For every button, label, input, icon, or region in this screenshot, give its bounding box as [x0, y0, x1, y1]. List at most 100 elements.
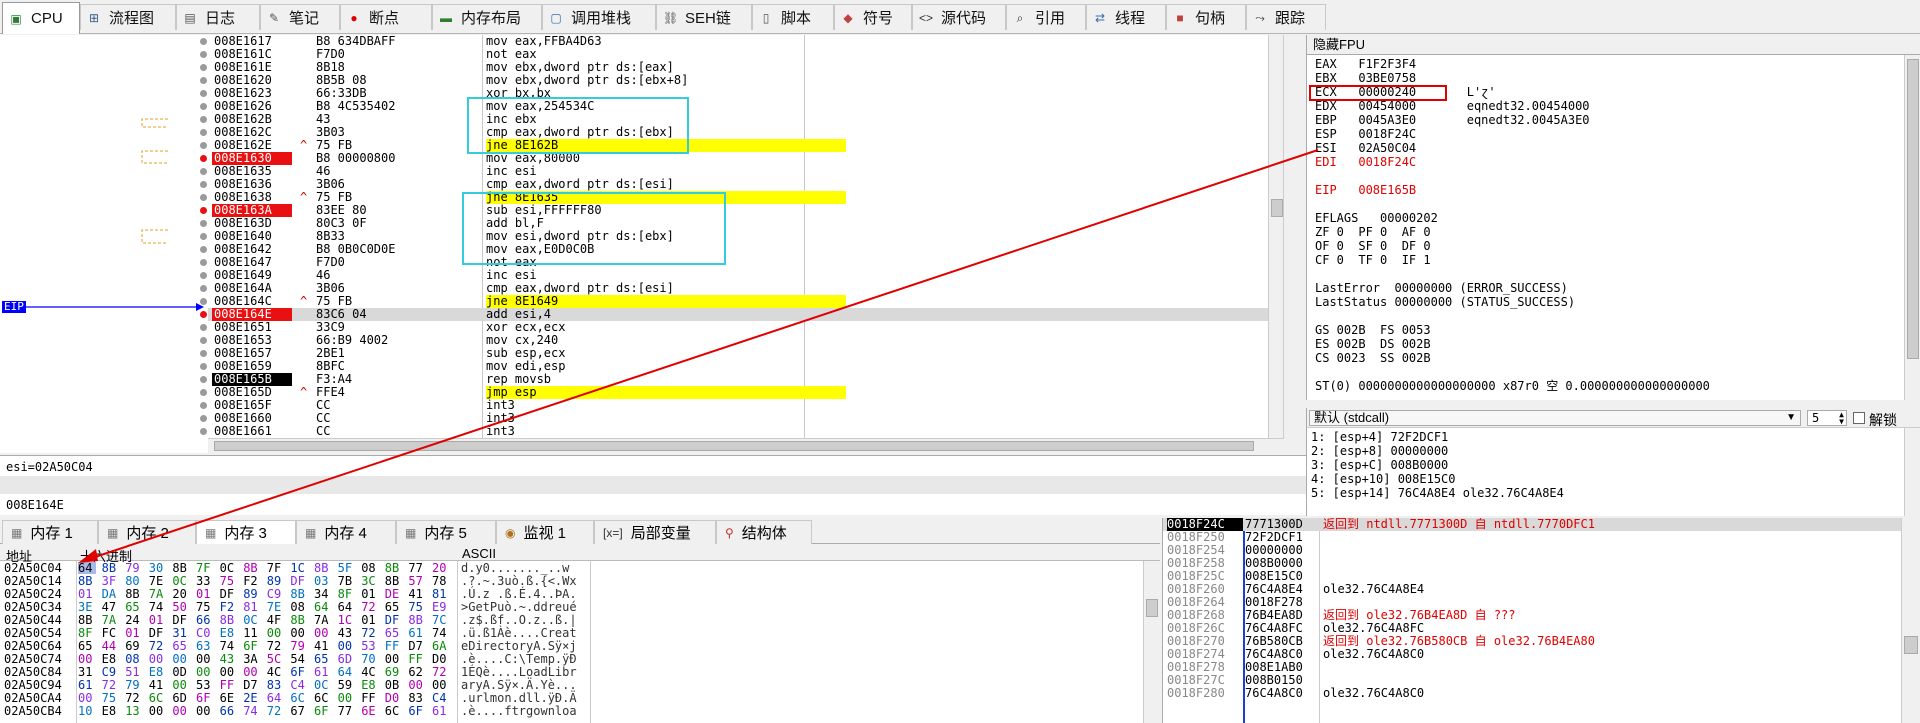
- dump-byte[interactable]: F2: [243, 575, 261, 587]
- dump-byte[interactable]: 47: [102, 601, 120, 613]
- tab-log[interactable]: ▤ 日志: [176, 4, 260, 30]
- dump-byte[interactable]: 41: [149, 679, 167, 691]
- disasm-hscroll[interactable]: [208, 438, 1284, 453]
- dump-byte[interactable]: F2: [220, 601, 238, 613]
- breakpoint-slot-icon[interactable]: [200, 402, 207, 409]
- dump-byte[interactable]: 00: [267, 627, 285, 639]
- dump-byte[interactable]: 8B: [172, 562, 190, 574]
- dump-byte[interactable]: 8B: [125, 588, 143, 600]
- dump-byte[interactable]: 74: [243, 705, 261, 717]
- dump-byte[interactable]: 6F: [243, 640, 261, 652]
- dump-byte[interactable]: 80: [125, 575, 143, 587]
- dump-byte[interactable]: 6F: [290, 666, 308, 678]
- tab-flowchart[interactable]: ⊞ 流程图: [80, 4, 176, 30]
- dump-byte[interactable]: 00: [172, 653, 190, 665]
- dump-byte[interactable]: 77: [338, 705, 356, 717]
- dump-byte[interactable]: 11: [243, 627, 261, 639]
- register-line[interactable]: ES 002B DS 002B: [1315, 337, 1431, 351]
- dump-byte[interactable]: 62: [408, 666, 426, 678]
- breakpoint-dot-icon[interactable]: [200, 207, 207, 214]
- tab-handles[interactable]: ■ 句柄: [1166, 4, 1246, 30]
- registers-panel[interactable]: 隐藏FPU EAX F1F2F3F4 EBX 03BE0758 ECX 000002…: [1306, 35, 1920, 400]
- argument-line[interactable]: 1: [esp+4] 72F2DCF1: [1311, 430, 1448, 444]
- register-line[interactable]: OF 0 SF 0 DF 0: [1315, 239, 1431, 253]
- tab-source[interactable]: <> 源代码: [912, 4, 1006, 30]
- dump-byte[interactable]: 44: [102, 640, 120, 652]
- disasm-vscroll[interactable]: [1268, 35, 1283, 438]
- breakpoint-slot-icon[interactable]: [200, 337, 207, 344]
- dump-byte[interactable]: E8: [361, 679, 379, 691]
- dump-byte[interactable]: 81: [432, 588, 450, 600]
- dump-byte[interactable]: 43: [338, 627, 356, 639]
- dump-byte[interactable]: 00: [196, 653, 214, 665]
- dump-byte[interactable]: 75: [408, 601, 426, 613]
- dump-byte[interactable]: 64: [78, 562, 96, 574]
- disasm-row[interactable]: 008E1636 3B06 cmp eax,dword ptr ds:[esi]: [208, 178, 1283, 191]
- dump-byte[interactable]: 00: [314, 627, 332, 639]
- dump-byte[interactable]: 1C: [338, 614, 356, 626]
- dump-byte[interactable]: 65: [78, 640, 96, 652]
- tab-seh[interactable]: ⛓ SEH链: [656, 4, 752, 30]
- dump-byte[interactable]: 65: [314, 653, 332, 665]
- dump-byte[interactable]: 01: [196, 588, 214, 600]
- dump-byte[interactable]: 65: [125, 601, 143, 613]
- dump-byte[interactable]: 72: [149, 640, 167, 652]
- tab-symbols[interactable]: ◆ 符号: [834, 4, 912, 30]
- dump-byte[interactable]: 8B: [385, 562, 403, 574]
- dump-tab-memory-4[interactable]: ▦ 内存 4: [296, 520, 396, 544]
- register-line[interactable]: ESP 0018F24C: [1315, 127, 1416, 141]
- register-line[interactable]: EAX F1F2F3F4: [1315, 57, 1416, 71]
- dump-byte[interactable]: 79: [125, 562, 143, 574]
- dump-byte[interactable]: 7A: [149, 588, 167, 600]
- dump-byte[interactable]: 65: [385, 601, 403, 613]
- dump-byte[interactable]: 64: [338, 601, 356, 613]
- dump-byte[interactable]: 4C: [361, 666, 379, 678]
- disasm-row[interactable]: 008E1660 CC int3: [208, 412, 1283, 425]
- dump-byte[interactable]: 00: [78, 692, 96, 704]
- dump-byte[interactable]: 3C: [361, 575, 379, 587]
- breakpoint-slot-icon[interactable]: [200, 363, 207, 370]
- dump-byte[interactable]: 1C: [290, 562, 308, 574]
- dump-byte[interactable]: D0: [432, 653, 450, 665]
- register-line[interactable]: GS 002B FS 0053: [1315, 323, 1431, 337]
- dump-tab-memory-3[interactable]: ▦ 内存 3: [196, 520, 296, 544]
- dump-byte[interactable]: 31: [172, 627, 190, 639]
- dump-byte[interactable]: 00: [243, 666, 261, 678]
- argument-line[interactable]: 4: [esp+10] 008E15C0: [1311, 472, 1456, 486]
- dump-byte[interactable]: 69: [385, 666, 403, 678]
- dump-row[interactable]: 02A50C34 3E 47 65 74 50 75 F2 81 7E 08 64 64 72 65 75 E9…: [0, 601, 1140, 613]
- breakpoint-slot-icon[interactable]: [200, 220, 207, 227]
- dump-byte[interactable]: 6C: [149, 692, 167, 704]
- disasm-row[interactable]: 008E1620 8B5B 08 mov ebx,dword ptr ds:[ebx…: [208, 74, 1283, 87]
- register-line[interactable]: ESI 02A50C04: [1315, 141, 1416, 155]
- stack-vscroll[interactable]: [1901, 518, 1920, 723]
- arguments-vscroll[interactable]: [1904, 428, 1920, 516]
- dump-byte[interactable]: D7: [408, 640, 426, 652]
- dump-byte[interactable]: 00: [338, 692, 356, 704]
- disasm-row[interactable]: 008E164A 3B06 cmp eax,dword ptr ds:[esi]: [208, 282, 1283, 295]
- dump-byte[interactable]: 2E: [243, 692, 261, 704]
- disasm-row[interactable]: 008E1657 2BE1 sub esp,ecx: [208, 347, 1283, 360]
- disasm-row[interactable]: 008E164E 83C6 04 add esi,4: [208, 308, 1283, 321]
- dump-byte[interactable]: 83: [408, 692, 426, 704]
- breakpoint-slot-icon[interactable]: [200, 64, 207, 71]
- dump-byte[interactable]: 3E: [78, 601, 96, 613]
- argument-line[interactable]: 2: [esp+8] 00000000: [1311, 444, 1448, 458]
- dump-byte[interactable]: 43: [220, 653, 238, 665]
- dump-byte[interactable]: 00: [196, 705, 214, 717]
- dump-byte[interactable]: 7A: [102, 614, 120, 626]
- dump-byte[interactable]: 41: [314, 640, 332, 652]
- dump-byte[interactable]: 00: [385, 653, 403, 665]
- register-line[interactable]: ST(0) 0000000000000000000 x87r0 空 0.0000…: [1315, 379, 1710, 393]
- dump-byte[interactable]: 6D: [172, 692, 190, 704]
- disasm-row[interactable]: 008E165D ^ FFE4 jmp esp: [208, 386, 1283, 399]
- dump-byte[interactable]: 65: [172, 640, 190, 652]
- dump-byte[interactable]: 54: [290, 653, 308, 665]
- dump-row[interactable]: 02A50C74 00 E8 08 00 00 00 43 3A 5C 54 65 6D 70 00 FF D0…: [0, 653, 1140, 665]
- dump-byte[interactable]: 00: [78, 653, 96, 665]
- dump-row[interactable]: 02A50C84 31 C9 51 E8 0D 00 00 00 4C 6F 61 64 4C 69 62 72…: [0, 666, 1140, 678]
- breakpoint-dot-icon[interactable]: [200, 311, 207, 318]
- disasm-row[interactable]: 008E161E 8B18 mov ebx,dword ptr ds:[eax]: [208, 61, 1283, 74]
- dump-byte[interactable]: FF: [220, 679, 238, 691]
- register-line[interactable]: LastStatus 00000000 (STATUS_SUCCESS): [1315, 295, 1575, 309]
